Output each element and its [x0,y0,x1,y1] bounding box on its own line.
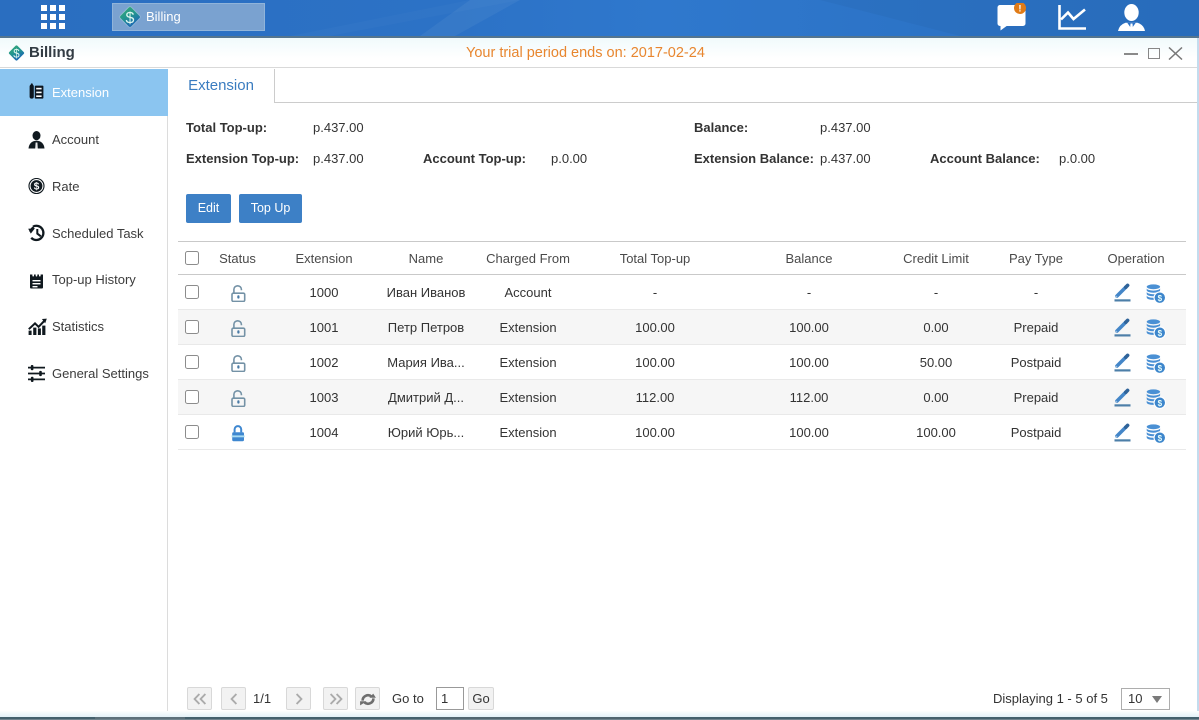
svg-text:$: $ [1158,294,1163,303]
svg-text:$: $ [1158,399,1163,408]
svg-text:$: $ [126,10,135,27]
svg-text:$: $ [13,48,20,60]
svg-text:$: $ [34,182,40,193]
svg-text:$: $ [1158,364,1163,373]
svg-text:$: $ [1158,434,1163,443]
svg-text:!: ! [1018,4,1021,15]
svg-text:$: $ [1158,329,1163,338]
